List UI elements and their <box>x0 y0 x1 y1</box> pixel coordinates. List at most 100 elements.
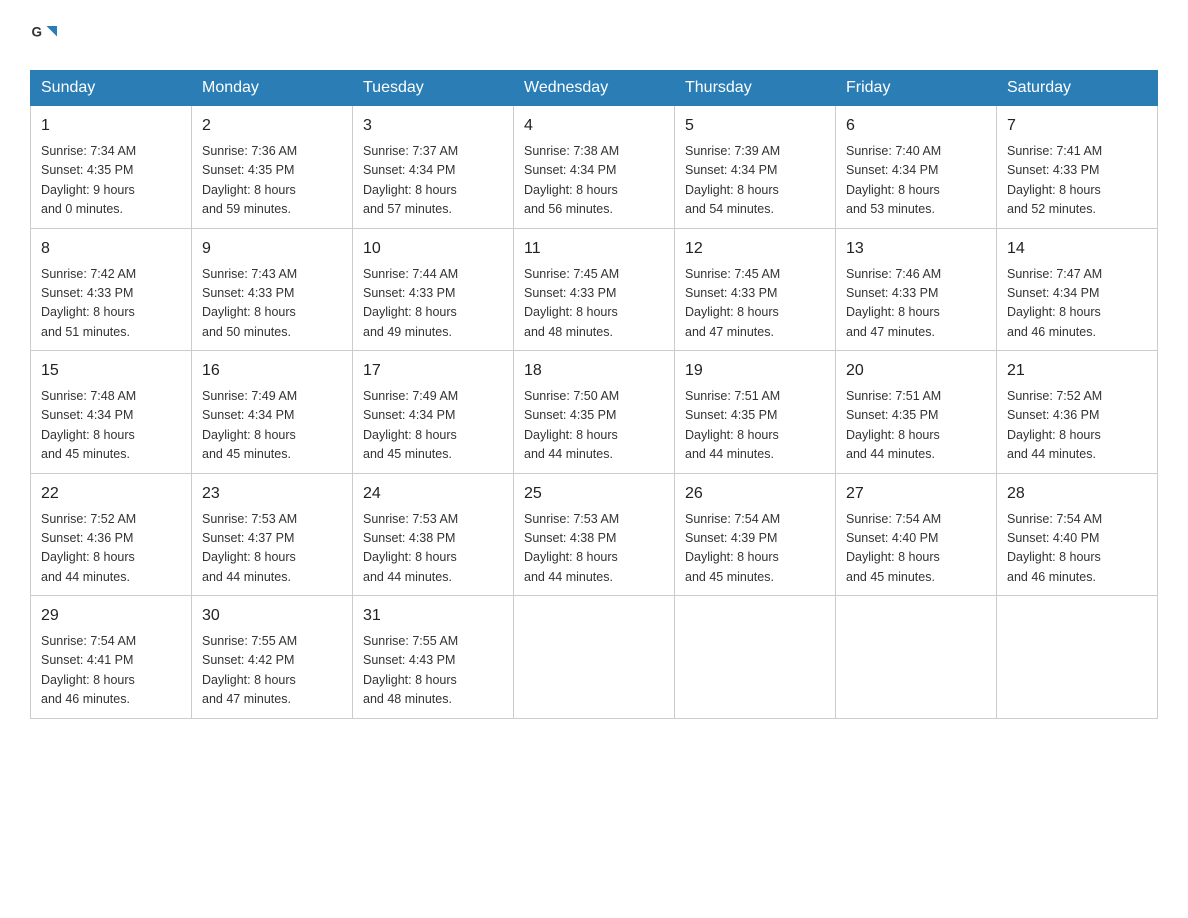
header-sunday: Sunday <box>31 71 192 106</box>
day-number: 24 <box>363 482 503 506</box>
day-info: Sunrise: 7:49 AMSunset: 4:34 PMDaylight:… <box>363 387 503 465</box>
logo-icon: G <box>30 20 60 50</box>
header-monday: Monday <box>192 71 353 106</box>
day-info: Sunrise: 7:51 AMSunset: 4:35 PMDaylight:… <box>685 387 825 465</box>
day-number: 18 <box>524 359 664 383</box>
header-friday: Friday <box>836 71 997 106</box>
day-cell: 2 Sunrise: 7:36 AMSunset: 4:35 PMDayligh… <box>192 106 353 229</box>
day-info: Sunrise: 7:50 AMSunset: 4:35 PMDaylight:… <box>524 387 664 465</box>
day-info: Sunrise: 7:52 AMSunset: 4:36 PMDaylight:… <box>1007 387 1147 465</box>
day-cell: 25 Sunrise: 7:53 AMSunset: 4:38 PMDaylig… <box>514 473 675 596</box>
day-cell <box>675 596 836 719</box>
header-saturday: Saturday <box>997 71 1158 106</box>
day-info: Sunrise: 7:47 AMSunset: 4:34 PMDaylight:… <box>1007 265 1147 343</box>
week-row-2: 8 Sunrise: 7:42 AMSunset: 4:33 PMDayligh… <box>31 228 1158 351</box>
header-thursday: Thursday <box>675 71 836 106</box>
day-cell: 30 Sunrise: 7:55 AMSunset: 4:42 PMDaylig… <box>192 596 353 719</box>
day-info: Sunrise: 7:43 AMSunset: 4:33 PMDaylight:… <box>202 265 342 343</box>
day-number: 28 <box>1007 482 1147 506</box>
page-header: G <box>30 20 1158 50</box>
day-cell <box>514 596 675 719</box>
day-info: Sunrise: 7:39 AMSunset: 4:34 PMDaylight:… <box>685 142 825 220</box>
day-number: 26 <box>685 482 825 506</box>
day-cell: 21 Sunrise: 7:52 AMSunset: 4:36 PMDaylig… <box>997 351 1158 474</box>
day-info: Sunrise: 7:45 AMSunset: 4:33 PMDaylight:… <box>685 265 825 343</box>
day-info: Sunrise: 7:38 AMSunset: 4:34 PMDaylight:… <box>524 142 664 220</box>
day-cell: 24 Sunrise: 7:53 AMSunset: 4:38 PMDaylig… <box>353 473 514 596</box>
day-number: 5 <box>685 114 825 138</box>
calendar-header: SundayMondayTuesdayWednesdayThursdayFrid… <box>31 71 1158 106</box>
day-info: Sunrise: 7:55 AMSunset: 4:42 PMDaylight:… <box>202 632 342 710</box>
day-info: Sunrise: 7:52 AMSunset: 4:36 PMDaylight:… <box>41 510 181 588</box>
day-number: 10 <box>363 237 503 261</box>
day-number: 25 <box>524 482 664 506</box>
calendar-body: 1 Sunrise: 7:34 AMSunset: 4:35 PMDayligh… <box>31 106 1158 719</box>
day-info: Sunrise: 7:51 AMSunset: 4:35 PMDaylight:… <box>846 387 986 465</box>
week-row-3: 15 Sunrise: 7:48 AMSunset: 4:34 PMDaylig… <box>31 351 1158 474</box>
day-cell: 13 Sunrise: 7:46 AMSunset: 4:33 PMDaylig… <box>836 228 997 351</box>
day-cell: 9 Sunrise: 7:43 AMSunset: 4:33 PMDayligh… <box>192 228 353 351</box>
day-number: 13 <box>846 237 986 261</box>
calendar-table: SundayMondayTuesdayWednesdayThursdayFrid… <box>30 70 1158 719</box>
header-row: SundayMondayTuesdayWednesdayThursdayFrid… <box>31 71 1158 106</box>
day-number: 14 <box>1007 237 1147 261</box>
day-number: 6 <box>846 114 986 138</box>
day-info: Sunrise: 7:54 AMSunset: 4:41 PMDaylight:… <box>41 632 181 710</box>
day-cell: 26 Sunrise: 7:54 AMSunset: 4:39 PMDaylig… <box>675 473 836 596</box>
day-number: 16 <box>202 359 342 383</box>
svg-text:G: G <box>32 25 43 40</box>
day-info: Sunrise: 7:46 AMSunset: 4:33 PMDaylight:… <box>846 265 986 343</box>
day-number: 23 <box>202 482 342 506</box>
day-cell: 22 Sunrise: 7:52 AMSunset: 4:36 PMDaylig… <box>31 473 192 596</box>
day-cell: 6 Sunrise: 7:40 AMSunset: 4:34 PMDayligh… <box>836 106 997 229</box>
day-info: Sunrise: 7:41 AMSunset: 4:33 PMDaylight:… <box>1007 142 1147 220</box>
day-cell: 20 Sunrise: 7:51 AMSunset: 4:35 PMDaylig… <box>836 351 997 474</box>
day-number: 30 <box>202 604 342 628</box>
day-info: Sunrise: 7:40 AMSunset: 4:34 PMDaylight:… <box>846 142 986 220</box>
day-info: Sunrise: 7:48 AMSunset: 4:34 PMDaylight:… <box>41 387 181 465</box>
day-cell: 5 Sunrise: 7:39 AMSunset: 4:34 PMDayligh… <box>675 106 836 229</box>
day-number: 1 <box>41 114 181 138</box>
day-number: 21 <box>1007 359 1147 383</box>
day-number: 9 <box>202 237 342 261</box>
week-row-1: 1 Sunrise: 7:34 AMSunset: 4:35 PMDayligh… <box>31 106 1158 229</box>
day-cell: 1 Sunrise: 7:34 AMSunset: 4:35 PMDayligh… <box>31 106 192 229</box>
week-row-5: 29 Sunrise: 7:54 AMSunset: 4:41 PMDaylig… <box>31 596 1158 719</box>
header-wednesday: Wednesday <box>514 71 675 106</box>
day-info: Sunrise: 7:44 AMSunset: 4:33 PMDaylight:… <box>363 265 503 343</box>
day-cell: 23 Sunrise: 7:53 AMSunset: 4:37 PMDaylig… <box>192 473 353 596</box>
day-number: 31 <box>363 604 503 628</box>
day-cell: 18 Sunrise: 7:50 AMSunset: 4:35 PMDaylig… <box>514 351 675 474</box>
day-cell: 16 Sunrise: 7:49 AMSunset: 4:34 PMDaylig… <box>192 351 353 474</box>
day-cell: 7 Sunrise: 7:41 AMSunset: 4:33 PMDayligh… <box>997 106 1158 229</box>
day-number: 8 <box>41 237 181 261</box>
day-cell: 14 Sunrise: 7:47 AMSunset: 4:34 PMDaylig… <box>997 228 1158 351</box>
day-number: 2 <box>202 114 342 138</box>
day-cell <box>997 596 1158 719</box>
day-cell: 27 Sunrise: 7:54 AMSunset: 4:40 PMDaylig… <box>836 473 997 596</box>
day-number: 29 <box>41 604 181 628</box>
day-number: 22 <box>41 482 181 506</box>
day-cell <box>836 596 997 719</box>
day-cell: 10 Sunrise: 7:44 AMSunset: 4:33 PMDaylig… <box>353 228 514 351</box>
day-info: Sunrise: 7:54 AMSunset: 4:39 PMDaylight:… <box>685 510 825 588</box>
day-cell: 31 Sunrise: 7:55 AMSunset: 4:43 PMDaylig… <box>353 596 514 719</box>
day-cell: 17 Sunrise: 7:49 AMSunset: 4:34 PMDaylig… <box>353 351 514 474</box>
day-number: 17 <box>363 359 503 383</box>
day-number: 12 <box>685 237 825 261</box>
day-info: Sunrise: 7:55 AMSunset: 4:43 PMDaylight:… <box>363 632 503 710</box>
day-cell: 19 Sunrise: 7:51 AMSunset: 4:35 PMDaylig… <box>675 351 836 474</box>
day-info: Sunrise: 7:53 AMSunset: 4:37 PMDaylight:… <box>202 510 342 588</box>
day-info: Sunrise: 7:34 AMSunset: 4:35 PMDaylight:… <box>41 142 181 220</box>
day-info: Sunrise: 7:53 AMSunset: 4:38 PMDaylight:… <box>524 510 664 588</box>
day-cell: 8 Sunrise: 7:42 AMSunset: 4:33 PMDayligh… <box>31 228 192 351</box>
day-info: Sunrise: 7:54 AMSunset: 4:40 PMDaylight:… <box>1007 510 1147 588</box>
day-number: 20 <box>846 359 986 383</box>
day-info: Sunrise: 7:45 AMSunset: 4:33 PMDaylight:… <box>524 265 664 343</box>
day-number: 11 <box>524 237 664 261</box>
day-info: Sunrise: 7:54 AMSunset: 4:40 PMDaylight:… <box>846 510 986 588</box>
day-info: Sunrise: 7:37 AMSunset: 4:34 PMDaylight:… <box>363 142 503 220</box>
day-info: Sunrise: 7:36 AMSunset: 4:35 PMDaylight:… <box>202 142 342 220</box>
day-number: 27 <box>846 482 986 506</box>
day-cell: 28 Sunrise: 7:54 AMSunset: 4:40 PMDaylig… <box>997 473 1158 596</box>
